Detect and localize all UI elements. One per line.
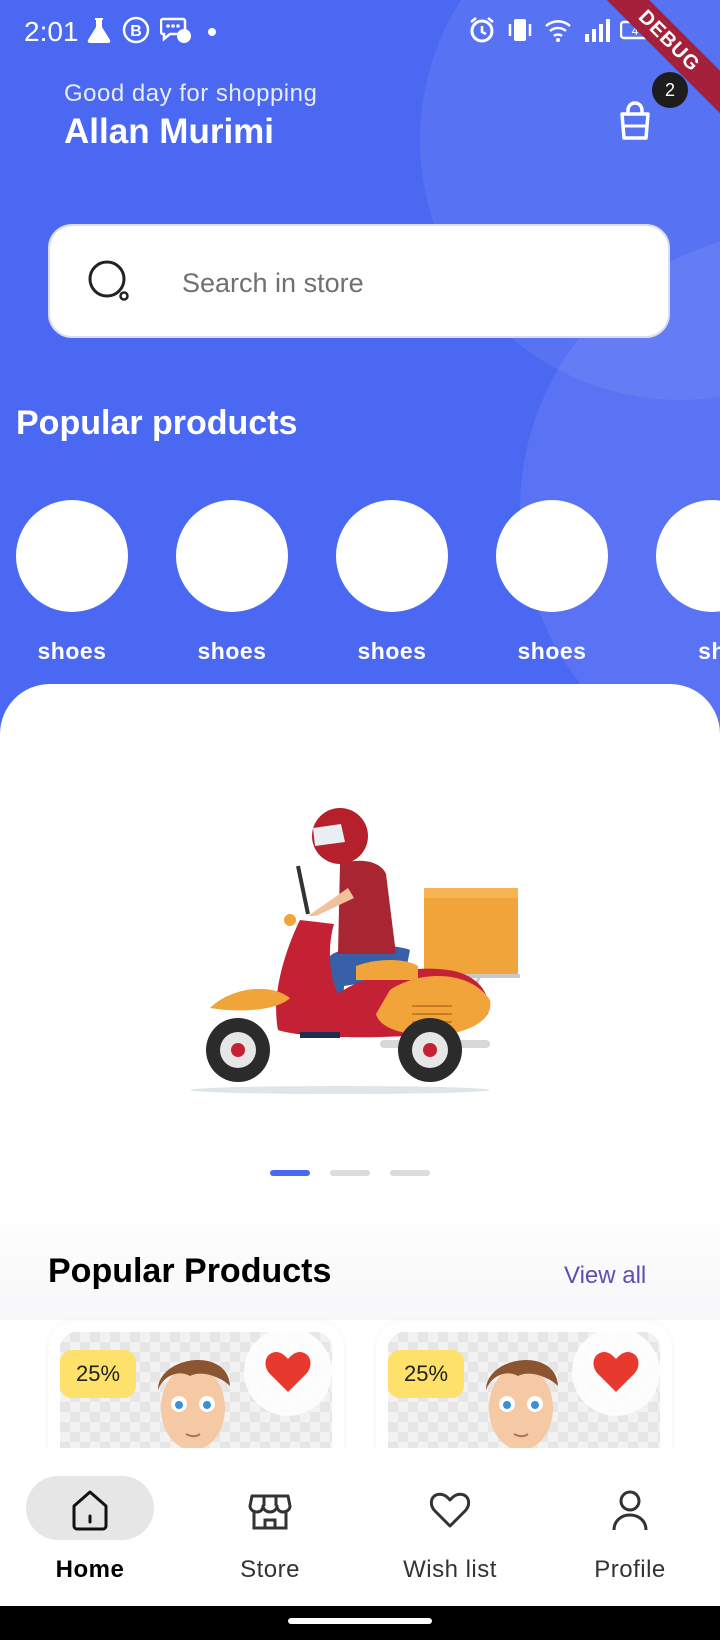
wifi-icon bbox=[545, 20, 571, 42]
user-name: Allan Murimi bbox=[64, 112, 275, 151]
status-notification-icons: B bbox=[86, 16, 222, 44]
favorite-button[interactable] bbox=[244, 1328, 332, 1416]
chat-icon bbox=[160, 17, 191, 43]
status-time: 2:01 bbox=[24, 16, 79, 47]
category-label: shoes bbox=[517, 638, 587, 664]
category-image bbox=[16, 500, 128, 612]
nav-label: Wish list bbox=[403, 1556, 497, 1583]
category-label: sh bbox=[698, 638, 720, 664]
category-image bbox=[656, 500, 720, 612]
carousel-indicators bbox=[270, 1170, 430, 1176]
header-section: 2:01 B 4 DEBUG Good day for shopping All… bbox=[0, 0, 720, 740]
product-card[interactable]: 25% bbox=[48, 1322, 344, 1452]
popular-products-title: Popular Products bbox=[48, 1252, 332, 1290]
popular-categories-title: Popular products bbox=[16, 404, 298, 442]
greeting-text: Good day for shopping bbox=[64, 80, 318, 107]
dot-icon bbox=[208, 28, 216, 36]
category-item[interactable]: shoes bbox=[496, 500, 608, 665]
discount-badge: 25% bbox=[388, 1350, 464, 1398]
heart-icon bbox=[429, 1492, 471, 1528]
cart-count-badge: 2 bbox=[652, 72, 688, 108]
nav-item-wishlist[interactable]: Wish list bbox=[380, 1476, 520, 1584]
category-label: shoes bbox=[197, 638, 267, 664]
search-icon bbox=[88, 260, 129, 301]
category-item[interactable]: shoes bbox=[336, 500, 448, 665]
home-icon bbox=[72, 1490, 108, 1531]
nav-item-profile[interactable]: Profile bbox=[560, 1476, 700, 1584]
category-image bbox=[336, 500, 448, 612]
heart-filled-icon bbox=[265, 1351, 311, 1392]
product-card[interactable]: 25% bbox=[376, 1322, 672, 1452]
search-input[interactable] bbox=[180, 254, 634, 312]
heart-filled-icon bbox=[593, 1351, 639, 1392]
nav-label: Profile bbox=[594, 1556, 666, 1583]
carousel-dot[interactable] bbox=[330, 1170, 370, 1176]
cart-button[interactable] bbox=[612, 96, 662, 146]
svg-text:B: B bbox=[130, 23, 142, 40]
system-navigation-bar bbox=[0, 1606, 720, 1640]
search-bar[interactable] bbox=[48, 224, 670, 338]
category-list: shoes shoes shoes shoes sh bbox=[16, 500, 720, 670]
flask-icon bbox=[87, 18, 111, 44]
shopping-bag-icon bbox=[620, 101, 650, 140]
nav-label: Store bbox=[240, 1556, 300, 1583]
signal-icon bbox=[585, 19, 610, 42]
user-icon bbox=[612, 1490, 648, 1531]
status-bar: 2:01 B 4 bbox=[0, 0, 720, 66]
category-label: shoes bbox=[37, 638, 107, 664]
alarm-icon bbox=[470, 17, 494, 43]
nav-label: Home bbox=[55, 1556, 125, 1583]
product-thumbnail bbox=[486, 1360, 558, 1450]
home-gesture-handle[interactable] bbox=[288, 1618, 432, 1624]
favorite-button[interactable] bbox=[572, 1328, 660, 1416]
discount-badge: 25% bbox=[60, 1350, 136, 1398]
category-label: shoes bbox=[357, 638, 427, 664]
bottom-navigation: Home Store Wish list Profile bbox=[0, 1448, 720, 1608]
category-image bbox=[496, 500, 608, 612]
carousel-dot-active[interactable] bbox=[270, 1170, 310, 1176]
view-all-link[interactable]: View all bbox=[564, 1262, 646, 1290]
store-icon bbox=[248, 1494, 292, 1530]
b-badge-icon: B bbox=[122, 16, 150, 44]
nav-item-store[interactable]: Store bbox=[200, 1476, 340, 1584]
delivery-scooter-illustration bbox=[190, 808, 520, 1094]
category-item[interactable]: shoes bbox=[16, 500, 128, 665]
category-image bbox=[176, 500, 288, 612]
category-item[interactable]: shoes bbox=[176, 500, 288, 665]
nav-item-home[interactable]: Home bbox=[20, 1476, 160, 1584]
promo-banner-image[interactable] bbox=[180, 770, 540, 1110]
vibrate-icon bbox=[508, 19, 532, 41]
carousel-dot[interactable] bbox=[390, 1170, 430, 1176]
category-item[interactable]: sh bbox=[656, 500, 720, 665]
product-thumbnail bbox=[158, 1360, 230, 1450]
